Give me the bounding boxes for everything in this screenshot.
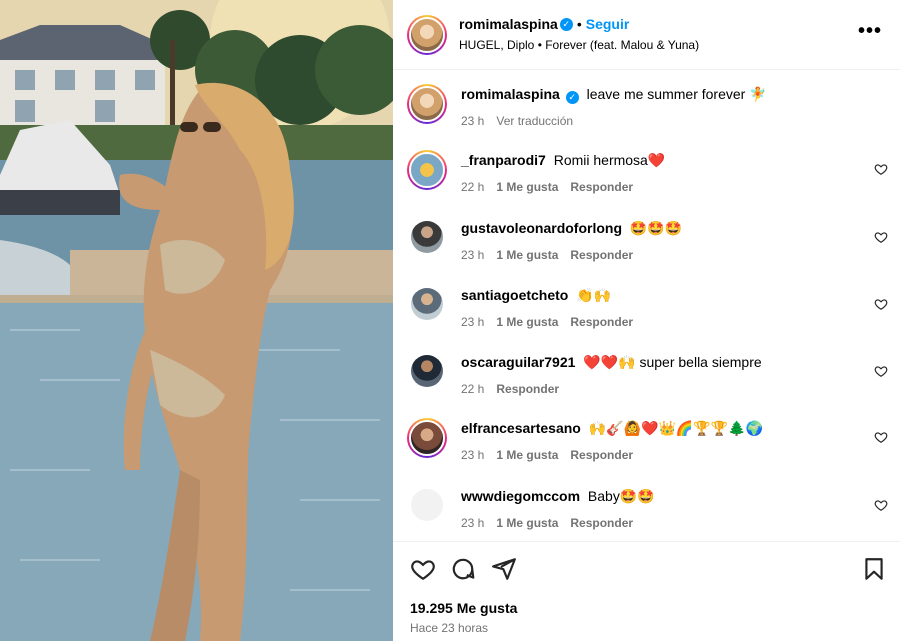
comment-like-heart-icon[interactable] bbox=[874, 498, 888, 512]
comment-username[interactable]: wwwdiegomccom bbox=[461, 488, 580, 504]
comment-line: gustavoleonardoforlong 🤩🤩🤩 bbox=[461, 220, 682, 237]
comment-text: Romii hermosa❤️ bbox=[553, 152, 666, 168]
comment-meta: 23 h 1 Me gusta Responder bbox=[461, 516, 633, 530]
comment-time[interactable]: 23 h bbox=[461, 516, 484, 530]
photo-illustration bbox=[0, 0, 393, 641]
author-line: romimalaspina ✓ • Seguir bbox=[459, 16, 629, 32]
comment-icon[interactable] bbox=[450, 556, 476, 582]
comment-meta: 23 h 1 Me gusta Responder bbox=[461, 315, 633, 329]
comment-time[interactable]: 22 h bbox=[461, 180, 484, 194]
caption-avatar[interactable] bbox=[407, 84, 447, 124]
comment-text: 🙌🎸🙆❤️👑🌈🏆🏆🌲🌍 bbox=[588, 420, 764, 436]
post-header: romimalaspina ✓ • Seguir HUGEL, Diplo • … bbox=[393, 0, 900, 70]
caption: romimalaspina ✓ leave me summer forever … bbox=[393, 84, 900, 144]
comment-line: oscaraguilar7921 ❤️❤️🙌 super bella siemp… bbox=[461, 354, 762, 371]
caption-line: romimalaspina ✓ leave me summer forever … bbox=[461, 86, 767, 104]
comment-item: _franparodi7 Romii hermosa❤️ 22 h 1 Me g… bbox=[393, 150, 900, 210]
comment-like-heart-icon[interactable] bbox=[874, 297, 888, 311]
comment-time[interactable]: 23 h bbox=[461, 248, 484, 262]
comment-text: Baby🤩🤩 bbox=[587, 488, 655, 504]
heart-icon[interactable] bbox=[410, 556, 436, 582]
bookmark-icon[interactable] bbox=[861, 556, 887, 582]
comment-line: wwwdiegomccom Baby🤩🤩 bbox=[461, 488, 655, 505]
caption-time[interactable]: 23 h bbox=[461, 114, 484, 128]
comment-likes[interactable]: 1 Me gusta bbox=[496, 248, 558, 262]
comment-likes[interactable]: 1 Me gusta bbox=[496, 180, 558, 194]
more-options-icon[interactable]: ••• bbox=[858, 20, 882, 43]
comment-like-heart-icon[interactable] bbox=[874, 230, 888, 244]
reply-button[interactable]: Responder bbox=[496, 382, 559, 396]
reply-button[interactable]: Responder bbox=[570, 248, 633, 262]
comment-line: _franparodi7 Romii hermosa❤️ bbox=[461, 152, 665, 169]
follow-button[interactable]: Seguir bbox=[586, 16, 630, 32]
comment-item: gustavoleonardoforlong 🤩🤩🤩 23 h 1 Me gus… bbox=[393, 218, 900, 278]
comment-avatar[interactable] bbox=[411, 288, 443, 320]
comment-username[interactable]: gustavoleonardoforlong bbox=[461, 220, 622, 236]
verified-badge-icon: ✓ bbox=[565, 91, 579, 104]
comment-avatar[interactable] bbox=[411, 489, 443, 521]
comment-line: santiagoetcheto 👏🙌 bbox=[461, 287, 611, 304]
author-username[interactable]: romimalaspina bbox=[459, 16, 558, 32]
comment-item: wwwdiegomccom Baby🤩🤩 23 h 1 Me gusta Res… bbox=[393, 486, 900, 546]
comment-meta: 23 h 1 Me gusta Responder bbox=[461, 248, 633, 262]
comment-avatar[interactable] bbox=[411, 221, 443, 253]
post-photo[interactable] bbox=[0, 0, 393, 641]
comment-avatar[interactable] bbox=[407, 150, 447, 190]
reply-button[interactable]: Responder bbox=[570, 516, 633, 530]
comment-meta: 23 h 1 Me gusta Responder bbox=[461, 448, 633, 462]
comment-meta: 22 h 1 Me gusta Responder bbox=[461, 180, 633, 194]
comment-time[interactable]: 23 h bbox=[461, 315, 484, 329]
comment-text: 👏🙌 bbox=[576, 287, 612, 303]
comment-time[interactable]: 23 h bbox=[461, 448, 484, 462]
verified-badge-icon: ✓ bbox=[559, 17, 573, 31]
separator-dot: • bbox=[576, 16, 582, 32]
likes-count[interactable]: 19.295 Me gusta bbox=[410, 600, 517, 616]
author-avatar[interactable] bbox=[407, 15, 447, 55]
comment-meta: 22 h Responder bbox=[461, 382, 559, 396]
caption-meta: 23 h Ver traducción bbox=[461, 114, 573, 128]
comment-like-heart-icon[interactable] bbox=[874, 162, 888, 176]
comment-avatar[interactable] bbox=[411, 355, 443, 387]
audio-track[interactable]: HUGEL, Diplo • Forever (feat. Malou & Yu… bbox=[459, 38, 699, 52]
comment-time[interactable]: 22 h bbox=[461, 382, 484, 396]
comment-avatar[interactable] bbox=[407, 418, 447, 458]
paper-plane-icon[interactable] bbox=[491, 556, 517, 582]
comment-username[interactable]: santiagoetcheto bbox=[461, 287, 568, 303]
comment-like-heart-icon[interactable] bbox=[874, 364, 888, 378]
comment-likes[interactable]: 1 Me gusta bbox=[496, 448, 558, 462]
post-time[interactable]: Hace 23 horas bbox=[410, 621, 488, 635]
comment-line: elfrancesartesano 🙌🎸🙆❤️👑🌈🏆🏆🌲🌍 bbox=[461, 420, 763, 437]
comment-text: ❤️❤️🙌 super bella siempre bbox=[583, 354, 762, 370]
caption-text: leave me summer forever 🧚 bbox=[586, 86, 767, 102]
comment-item: oscaraguilar7921 ❤️❤️🙌 super bella siemp… bbox=[393, 352, 900, 412]
post-details-panel: romimalaspina ✓ • Seguir HUGEL, Diplo • … bbox=[393, 0, 900, 641]
comment-username[interactable]: oscaraguilar7921 bbox=[461, 354, 575, 370]
reply-button[interactable]: Responder bbox=[570, 315, 633, 329]
comment-like-heart-icon[interactable] bbox=[874, 430, 888, 444]
comment-likes[interactable]: 1 Me gusta bbox=[496, 315, 558, 329]
reply-button[interactable]: Responder bbox=[570, 180, 633, 194]
comment-username[interactable]: _franparodi7 bbox=[461, 152, 546, 168]
reply-button[interactable]: Responder bbox=[570, 448, 633, 462]
comment-item: santiagoetcheto 👏🙌 23 h 1 Me gusta Respo… bbox=[393, 285, 900, 345]
comment-text: 🤩🤩🤩 bbox=[629, 220, 683, 236]
translate-link[interactable]: Ver traducción bbox=[496, 114, 573, 128]
post-actions: 19.295 Me gusta Hace 23 horas bbox=[393, 541, 900, 641]
caption-username[interactable]: romimalaspina bbox=[461, 86, 560, 102]
comment-username[interactable]: elfrancesartesano bbox=[461, 420, 581, 436]
comment-likes[interactable]: 1 Me gusta bbox=[496, 516, 558, 530]
comment-item: elfrancesartesano 🙌🎸🙆❤️👑🌈🏆🏆🌲🌍 23 h 1 Me … bbox=[393, 418, 900, 478]
